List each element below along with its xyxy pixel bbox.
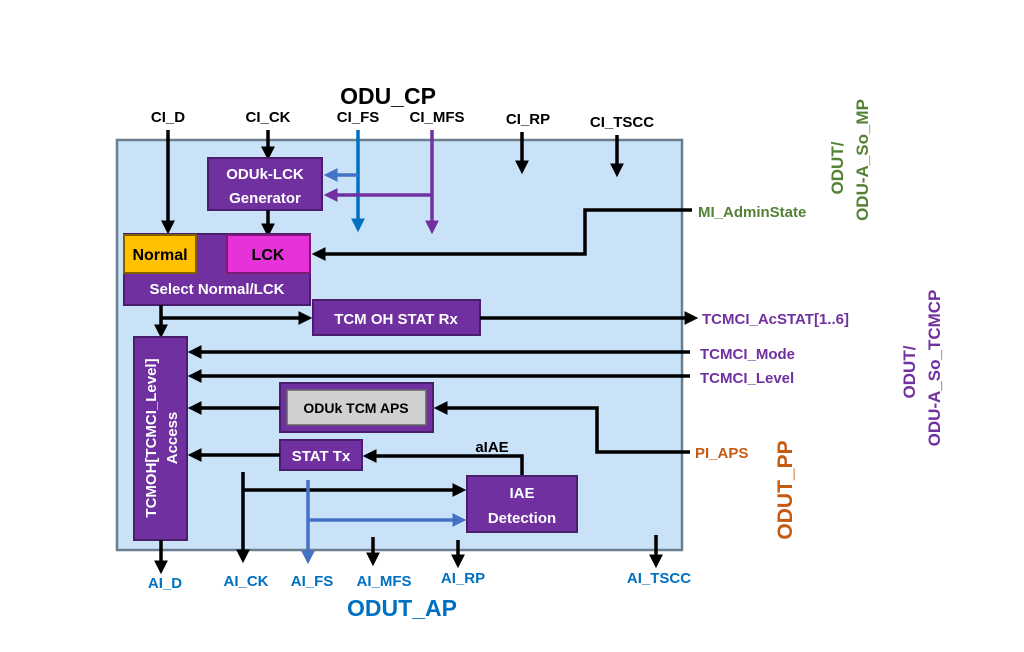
tcmcp-label-1: ODUT/ [900,345,919,398]
iae-label-1: IAE [509,485,534,502]
ci-fs-label: CI_FS [337,109,380,126]
ci-d-label: CI_D [151,109,185,126]
odu-cp-title: ODU_CP [340,83,436,109]
tcmoh-access-label-1: TCMOH[TCMCI_Level] [143,358,160,517]
lck-generator-label-1: ODUk-LCK [226,166,304,183]
odut-pp-label: ODUT_PP [774,440,797,539]
select-label: Select Normal/LCK [149,281,284,298]
ci-tscc-label: CI_TSCC [590,114,654,131]
pi-aps-label: PI_APS [695,445,748,462]
ai-fs-label: AI_FS [291,573,334,590]
odut-so-function-diagram: ODU_CP CI_D CI_CK CI_FS CI_MFS CI_RP CI_… [115,83,944,621]
ci-rp-label: CI_RP [506,111,550,128]
odu-tcm-aps-label: ODUk TCM APS [303,400,408,416]
ai-tscc-label: AI_TSCC [627,570,691,587]
tcmcp-label-2: ODU-A_So_TCMCP [925,290,944,447]
ai-mfs-label: AI_MFS [356,573,411,590]
stat-tx-label: STAT Tx [292,448,351,465]
lck-label: LCK [252,247,285,264]
odut-ap-title: ODUT_AP [347,595,457,621]
normal-label: Normal [132,247,187,264]
acstat-label: TCMCI_AcSTAT[1..6] [702,311,849,328]
ai-ck-label: AI_CK [223,573,268,590]
ai-d-label: AI_D [148,575,182,592]
lck-generator-label-2: Generator [229,190,301,207]
iae-label-2: Detection [488,510,556,527]
tcm-oh-stat-rx-label: TCM OH STAT Rx [334,311,458,328]
mp-label-2: ODU-A_So_MP [853,99,872,221]
mp-label-1: ODUT/ [828,141,847,194]
mi-adminstate-label: MI_AdminState [698,204,806,221]
ci-mfs-label: CI_MFS [409,109,464,126]
aiae-label: aIAE [475,439,508,456]
tcmoh-access-label-2: Access [164,412,181,465]
ci-ck-label: CI_CK [245,109,290,126]
tcmci-mode-label: TCMCI_Mode [700,346,795,363]
tcmci-level-label: TCMCI_Level [700,370,794,387]
ai-rp-label: AI_RP [441,570,485,587]
